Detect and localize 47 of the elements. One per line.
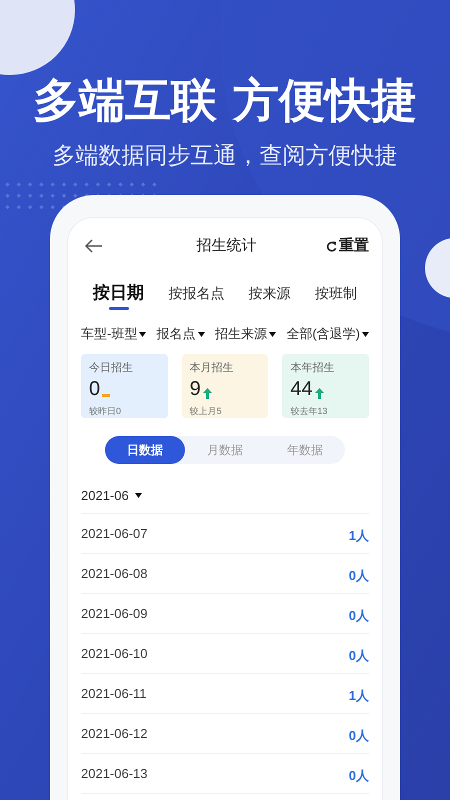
filter-dropdown[interactable]: 车型-班型 <box>81 324 146 344</box>
tab[interactable]: 按班制 <box>314 283 357 310</box>
stat-comparison: 较上月5 <box>190 404 223 418</box>
up-arrow-icon <box>314 388 324 398</box>
enrollment-count: 0人 <box>348 606 369 625</box>
up-arrow-icon <box>202 388 212 398</box>
stat-label: 本年招生 <box>290 361 336 376</box>
enrollment-count: 1人 <box>348 526 369 545</box>
stat-label: 今日招生 <box>89 361 134 376</box>
stat-value: 9 <box>190 376 201 400</box>
stat-value: 44 <box>290 376 313 400</box>
tab[interactable]: 按来源 <box>248 283 291 310</box>
tab[interactable]: 按日期 <box>93 280 144 310</box>
reset-button[interactable]: 重置 <box>326 234 369 258</box>
date-label: 2021-06-10 <box>81 644 148 663</box>
month-dropdown[interactable]: 2021-06 <box>81 486 142 505</box>
tab[interactable]: 按报名点 <box>168 283 224 310</box>
enrollment-count: 0人 <box>348 726 369 745</box>
back-arrow-icon[interactable] <box>85 239 103 253</box>
date-label: 2021-06-13 <box>81 764 148 783</box>
refresh-icon <box>326 240 337 252</box>
date-label: 2021-06-09 <box>81 604 148 623</box>
caret-icon <box>139 332 146 336</box>
caret-icon <box>198 332 205 336</box>
period-tab[interactable]: 日数据 <box>105 436 185 464</box>
stat-comparison: 较昨日0 <box>89 404 122 418</box>
caret-icon <box>134 492 142 498</box>
subtitle: 多端数据同步互通，查阅方便快捷 <box>52 141 398 170</box>
caret-icon <box>269 332 276 336</box>
dash-icon <box>102 394 110 396</box>
enrollment-count: 0人 <box>348 566 369 585</box>
date-label: 2021-06-08 <box>81 564 148 583</box>
filter-dropdown[interactable]: 报名点 <box>156 324 205 344</box>
caret-icon <box>362 332 369 336</box>
filter-dropdown[interactable]: 招生来源 <box>215 324 276 344</box>
screen-title: 招生统计 <box>196 236 256 256</box>
date-label: 2021-06-11 <box>81 684 147 703</box>
enrollment-count: 0人 <box>348 766 369 785</box>
date-label: 2021-06-07 <box>81 524 148 543</box>
date-label: 2021-06-12 <box>81 724 148 743</box>
stat-value: 0 <box>89 376 100 400</box>
enrollment-count: 0人 <box>348 646 369 665</box>
filter-dropdown[interactable]: 全部(含退学) <box>286 324 369 344</box>
headline: 多端互联 方便快捷 <box>32 72 417 128</box>
enrollment-count: 1人 <box>348 686 369 705</box>
stat-comparison: 较去年13 <box>290 404 328 418</box>
stat-label: 本月招生 <box>190 361 235 376</box>
